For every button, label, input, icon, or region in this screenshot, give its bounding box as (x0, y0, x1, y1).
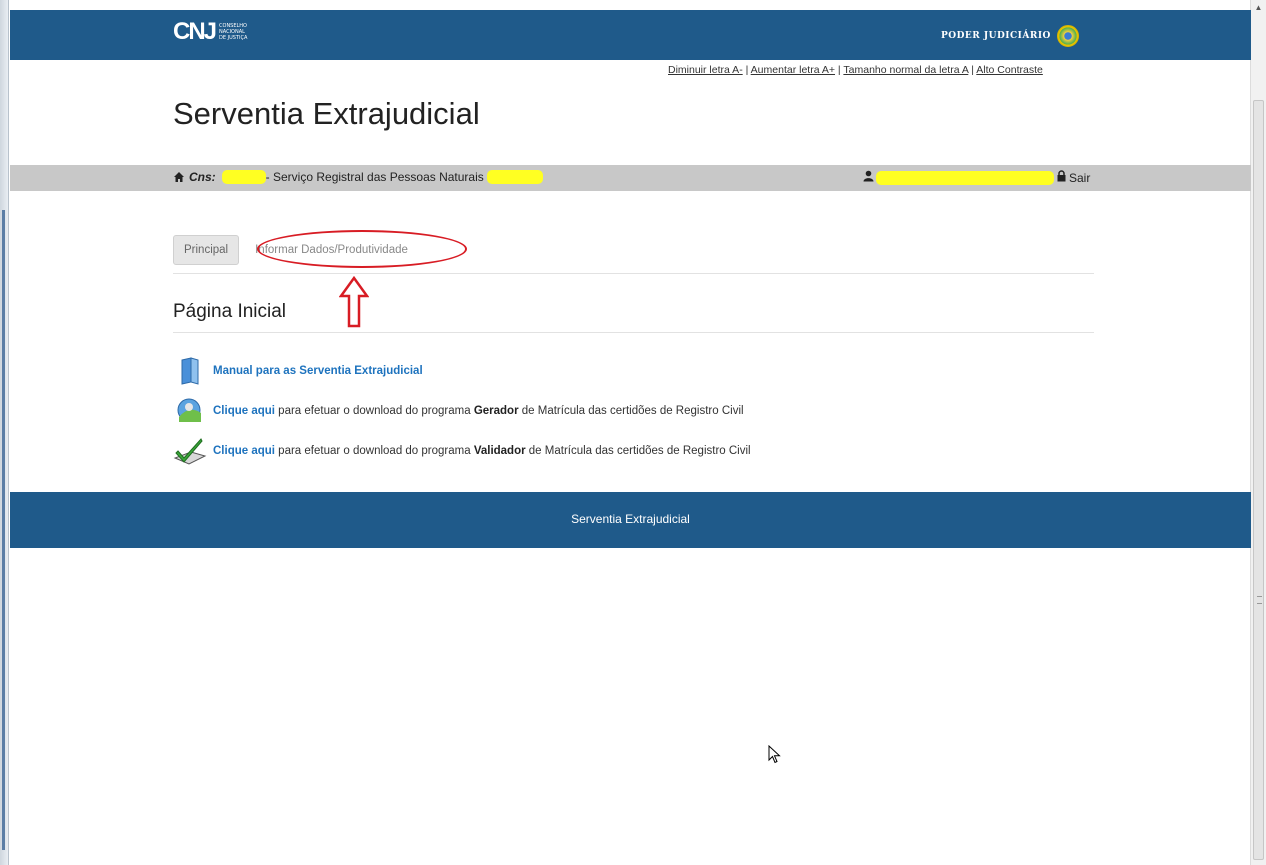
decrease-font-link[interactable]: Diminuir letra A- (668, 64, 743, 76)
checkmark-icon (173, 436, 207, 466)
validador-text: Clique aqui para efetuar o download do p… (213, 445, 751, 457)
validador-text-pre: para efetuar o download do programa (274, 445, 474, 457)
scroll-thumb[interactable] (1253, 100, 1264, 860)
annotation-up-arrow-icon (339, 276, 369, 328)
poder-judiciario-label: PODER JUDICIÁRIO (941, 31, 1051, 41)
gerador-text-bold: Gerador (473, 405, 519, 417)
user-icon (863, 170, 874, 185)
redacted-cns (221, 170, 266, 184)
cns-info: Cns: - Serviço Registral das Pessoas Nat… (173, 170, 543, 184)
redacted-city (486, 170, 543, 184)
validador-text-bold: Validador (473, 445, 526, 457)
validador-text-post: de Matrícula das certidões de Registro C… (525, 445, 751, 457)
cns-label: Cns: (189, 170, 216, 184)
home-icon[interactable] (173, 171, 185, 183)
gerador-download-link[interactable]: Clique aqui (213, 405, 275, 417)
user-info: Sair (863, 170, 1090, 185)
heading-divider (173, 332, 1094, 333)
book-icon (173, 356, 207, 386)
high-contrast-link[interactable]: Alto Contraste (976, 64, 1043, 76)
annotation-ellipse (257, 230, 467, 268)
lock-icon[interactable] (1056, 170, 1067, 185)
brasao-icon (1056, 25, 1079, 47)
tab-principal[interactable]: Principal (173, 235, 240, 265)
vertical-scrollbar[interactable]: ▲ (1250, 0, 1266, 865)
tabs-divider (173, 273, 1094, 274)
cnj-logo-mark: CNJ (173, 18, 217, 45)
gerador-text-post: de Matrícula das certidões de Registro C… (518, 405, 744, 417)
mouse-cursor-icon (768, 745, 781, 764)
footer: Serventia Extrajudicial (10, 492, 1251, 548)
accessibility-links: Diminuir letra A- | Aumentar letra A+ | … (668, 64, 1043, 76)
gerador-row: Clique aqui para efetuar o download do p… (173, 396, 744, 426)
redacted-username (876, 170, 1054, 185)
manual-row: Manual para as Serventia Extrajudicial (173, 356, 423, 386)
browser-frame-left (0, 0, 9, 865)
cnj-logo-text: CONSELHO NACIONAL DE JUSTIÇA (219, 23, 248, 41)
service-name: - Serviço Registral das Pessoas Naturais (265, 170, 484, 184)
footer-text: Serventia Extrajudicial (571, 512, 690, 526)
validador-download-link[interactable]: Clique aqui (213, 445, 275, 457)
scroll-up-arrow-icon[interactable]: ▲ (1253, 2, 1264, 14)
increase-font-link[interactable]: Aumentar letra A+ (751, 64, 835, 76)
logout-link[interactable]: Sair (1069, 171, 1090, 185)
page-heading: Página Inicial (173, 301, 287, 322)
site-title: Serventia Extrajudicial (173, 96, 480, 131)
cnj-logo[interactable]: CNJ CONSELHO NACIONAL DE JUSTIÇA (173, 18, 251, 46)
gerador-text-pre: para efetuar o download do programa (274, 405, 474, 417)
gerador-text: Clique aqui para efetuar o download do p… (213, 405, 744, 417)
gerador-program-icon (173, 396, 207, 426)
manual-link[interactable]: Manual para as Serventia Extrajudicial (213, 365, 423, 377)
normal-font-link[interactable]: Tamanho normal da letra A (843, 64, 968, 76)
validador-row: Clique aqui para efetuar o download do p… (173, 436, 751, 466)
poder-judiciario: PODER JUDICIÁRIO (941, 25, 1079, 47)
